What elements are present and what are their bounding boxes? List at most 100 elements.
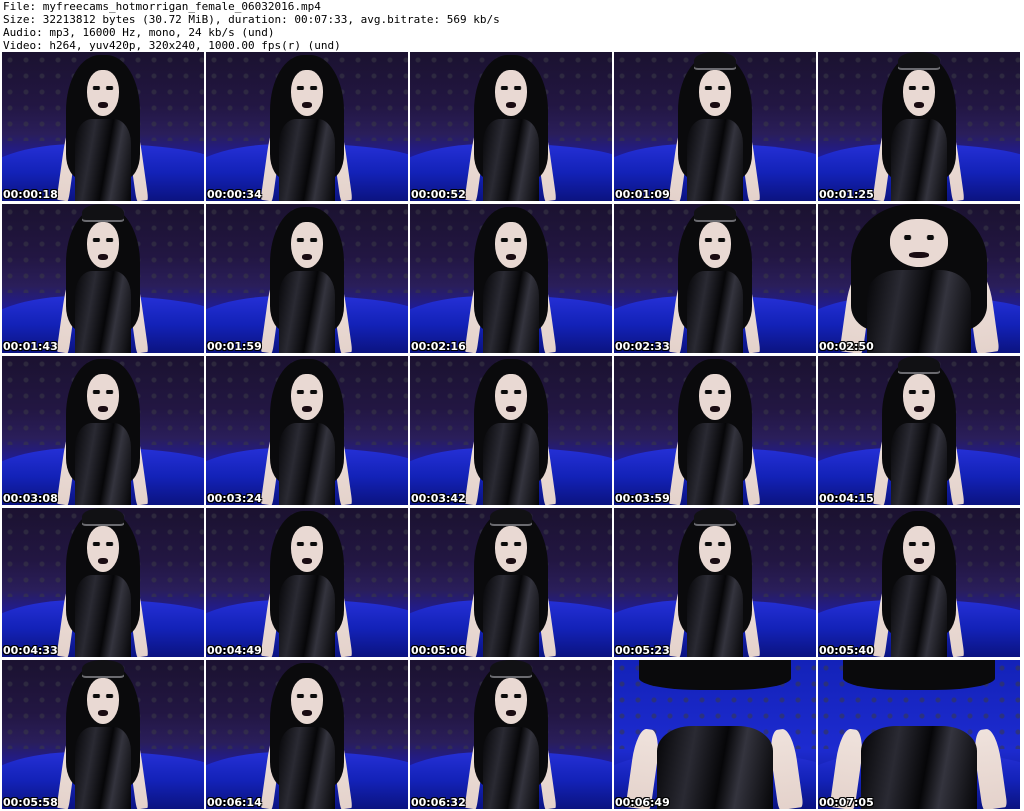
figure-face (698, 373, 731, 421)
figure-lips (301, 557, 313, 564)
thumbnail-timestamp: 00:05:06 (411, 644, 466, 657)
figure-torso (74, 271, 132, 353)
person-figure (56, 358, 150, 505)
figure-face (290, 525, 323, 573)
figure-torso (867, 269, 971, 353)
figure-eyes (899, 235, 939, 240)
figure-torso (278, 727, 336, 809)
file-info-header: File: myfreecams_hotmorrigan_female_0603… (3, 0, 1021, 52)
figure-eyes (500, 85, 522, 90)
person-figure (464, 54, 558, 201)
figure-arm-r (767, 727, 805, 809)
figure-face (86, 373, 119, 421)
figure-face (902, 373, 935, 421)
figure-face (902, 525, 935, 573)
thumbnail-timestamp: 00:01:59 (207, 340, 262, 353)
figure-face (698, 221, 731, 269)
figure-lips (505, 253, 517, 260)
thumbnail-timestamp: 00:02:16 (411, 340, 466, 353)
figure-lips (913, 557, 925, 564)
figure-face (494, 677, 527, 725)
person-figure (260, 54, 354, 201)
figure-lips (97, 557, 109, 564)
figure-eyes (908, 389, 930, 394)
figure-eyes (296, 693, 318, 698)
thumbnail-timestamp: 00:02:33 (615, 340, 670, 353)
thumbnail-timestamp: 00:05:58 (3, 796, 58, 809)
thumbnail-timestamp: 00:02:50 (819, 340, 874, 353)
figure-hair (842, 660, 996, 690)
figure-torso (482, 271, 540, 353)
figure-eyes (500, 389, 522, 394)
thumbnail-timestamp: 00:06:49 (615, 796, 670, 809)
thumbnail-timestamp: 00:01:43 (3, 340, 58, 353)
figure-eyes (500, 541, 522, 546)
figure-torso (686, 575, 744, 657)
video-info-line: Video: h264, yuv420p, 320x240, 1000.00 f… (3, 39, 341, 52)
figure-eyes (908, 541, 930, 546)
figure-lips (913, 101, 925, 108)
figure-eyes (92, 389, 114, 394)
figure-torso (74, 575, 132, 657)
figure-lips (97, 405, 109, 412)
thumbnail-timestamp: 00:00:34 (207, 188, 262, 201)
person-figure (260, 510, 354, 657)
figure-eyes (296, 85, 318, 90)
video-thumbnail: 00:00:52 (410, 52, 612, 201)
video-thumbnail: 00:00:18 (2, 52, 204, 201)
figure-lips (301, 709, 313, 716)
figure-face (889, 218, 949, 267)
video-thumbnail: 00:01:59 (206, 204, 408, 353)
figure-torso (482, 727, 540, 809)
figure-face (86, 69, 119, 117)
video-thumbnail: 00:05:40 (818, 508, 1020, 657)
figure-arm-r (971, 727, 1009, 809)
figure-face (86, 677, 119, 725)
figure-eyes (92, 693, 114, 698)
figure-lips (301, 253, 313, 260)
figure-face (494, 221, 527, 269)
figure-torso (74, 119, 132, 201)
person-figure (56, 54, 150, 201)
thumbnail-timestamp: 00:01:25 (819, 188, 874, 201)
thumbnail-timestamp: 00:03:59 (615, 492, 670, 505)
figure-eyes (704, 389, 726, 394)
figure-torso (482, 575, 540, 657)
video-thumbnail: 00:02:16 (410, 204, 612, 353)
video-thumbnail: 00:01:09 (614, 52, 816, 201)
person-figure (260, 662, 354, 809)
figure-lips (301, 101, 313, 108)
audio-info-line: Audio: mp3, 16000 Hz, mono, 24 kb/s (und… (3, 26, 275, 39)
video-thumbnail: 00:04:33 (2, 508, 204, 657)
person-figure (668, 52, 762, 201)
figure-torso (278, 271, 336, 353)
video-thumbnail: 00:01:43 (2, 204, 204, 353)
person-figure (464, 206, 558, 353)
figure-torso (278, 575, 336, 657)
leather-cap (489, 660, 533, 678)
figure-face (290, 677, 323, 725)
figure-face (290, 221, 323, 269)
thumbnail-timestamp: 00:04:33 (3, 644, 58, 657)
figure-torso (890, 119, 948, 201)
person-figure (668, 358, 762, 505)
figure-face (902, 69, 935, 117)
leather-cap (81, 508, 125, 526)
figure-lips (97, 709, 109, 716)
figure-face (494, 373, 527, 421)
video-thumbnail: 00:06:32 (410, 660, 612, 809)
figure-face (494, 69, 527, 117)
thumbnail-timestamp: 00:04:15 (819, 492, 874, 505)
video-thumbnail: 00:03:59 (614, 356, 816, 505)
figure-torso (890, 423, 948, 505)
figure-eyes (500, 237, 522, 242)
video-thumbnail: 00:02:33 (614, 204, 816, 353)
person-figure (464, 660, 558, 809)
figure-eyes (704, 237, 726, 242)
figure-eyes (92, 541, 114, 546)
thumbnail-timestamp: 00:04:49 (207, 644, 262, 657)
figure-face (290, 373, 323, 421)
figure-torso (686, 119, 744, 201)
figure-torso (74, 727, 132, 809)
figure-torso (656, 725, 774, 809)
